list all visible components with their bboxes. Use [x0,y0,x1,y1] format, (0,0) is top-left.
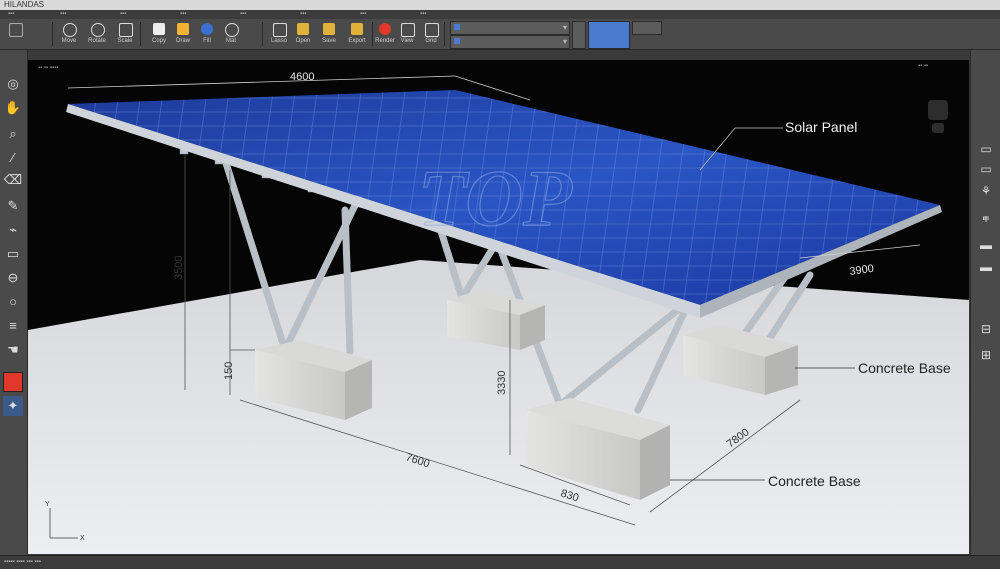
dimension-base-height: 150 [223,362,235,380]
select-tool-button[interactable] [4,21,26,47]
toolbar-button-9[interactable]: Save [318,21,340,47]
left-toolbar: ◎ ✋ ⌕ ∕ ⌫ ✎ ⌁ ▭ ⊖ ○ ≡ ☚ ✦ [0,50,28,558]
color-picker-button[interactable] [3,372,23,392]
eraser-tool-button[interactable]: ⌫ [3,170,23,190]
style-select[interactable]: ▾ [450,35,570,49]
panel-button[interactable]: + [976,210,996,228]
toolbar-button-12[interactable]: Render [374,21,396,47]
chevron-down-icon: ▾ [562,23,567,32]
main-toolbar: Move Rotate Scale Copy Draw Fill Mat Las… [0,19,1000,50]
menu-item[interactable]: ▪▪▪ [300,10,306,19]
folder-icon [297,23,309,35]
color-swatch [454,24,460,30]
panel-button[interactable]: ⊟ [976,320,996,338]
settings-tool-button[interactable]: ✦ [3,396,23,416]
viewport-info-right: ▪▪ ▪▪ [918,63,929,69]
paint-tool-button[interactable]: ✎ [3,196,23,216]
layer-select[interactable]: ▾ [450,21,570,35]
toolbar-button-6[interactable]: Mat [220,21,242,47]
scale-icon [119,23,133,37]
orbit-tool-button[interactable]: ◎ [3,74,23,94]
toolbar-button-8[interactable]: Open [292,21,314,47]
concrete-base-label-right: Concrete Base [858,360,951,376]
toolbar-separator [140,22,141,46]
dropdown-button[interactable] [572,21,586,49]
toolbar-separator [52,22,53,46]
axis-x-label: X [80,535,85,542]
dimension-height-front: 3330 [496,371,508,395]
toolbar-button-7[interactable]: Lasso [268,21,290,47]
pen-icon [177,23,189,35]
toolbar-separator [444,22,445,46]
viewport-info: ▪▪ ▪▪ ▪▪▪▪ [38,65,59,71]
dimension-top-length: 4600 [290,71,314,83]
app-title: HILANDAS [4,0,45,9]
panel-button[interactable]: ▭ [976,140,996,158]
right-toolbar: ▭ ▭ ⚘ ⌐ + ▬ ▬ ⊟ ⊞ [970,50,1000,558]
copy-icon [153,23,165,35]
panel-button[interactable]: ▬ [976,236,996,254]
menu-item[interactable]: ▪▪▪ [360,10,366,19]
menu-item[interactable]: ▪▪▪ [180,10,186,19]
toolbar-button-5[interactable]: Fill [196,21,218,47]
toolbar-button-10[interactable]: Export [346,21,368,47]
grid-icon [425,23,439,37]
record-icon [379,23,391,35]
chevron-down-icon: ▾ [562,37,567,46]
toolbar-separator [262,22,263,46]
menu-item[interactable]: ▪▪▪ [60,10,66,19]
menu-item[interactable]: ▪▪▪ [240,10,246,19]
zoom-tool-button[interactable]: ⌕ [3,124,23,144]
scene: TOP 4600 3900 3500 150 3330 7600 830 780… [28,60,969,554]
dimension-height-left: 3500 [173,256,185,280]
toolbar-button-4[interactable]: Draw [172,21,194,47]
panel-button[interactable]: ⚘ [976,182,996,200]
color-swatch [454,38,460,44]
folder-icon [323,23,335,35]
text-tool-button[interactable]: ≡ [3,316,23,336]
toolbar-button-1[interactable]: Rotate [86,21,108,47]
title-bar: HILANDAS [0,0,1000,10]
cursor-icon [9,23,23,37]
toolbar-button-13[interactable]: View [396,21,418,47]
3d-viewport[interactable]: TOP 4600 3900 3500 150 3330 7600 830 780… [28,60,969,554]
hand-tool-button[interactable]: ☚ [3,340,23,360]
lasso-icon [273,23,287,37]
concrete-base-label-front: Concrete Base [768,473,861,489]
circle-tool-button[interactable]: ○ [3,292,23,312]
panel-button[interactable]: ⊞ [976,346,996,364]
panel-button[interactable]: ▭ [976,160,996,178]
solar-panel-label: Solar Panel [785,119,857,135]
toolbar-button-3[interactable]: Copy [148,21,170,47]
rotate-icon [91,23,105,37]
measure-tool-button[interactable]: ⊖ [3,268,23,288]
toolbar-button-2[interactable]: Scale [114,21,136,47]
line-tool-button[interactable]: ∕ [3,148,23,168]
menu-bar: ▪▪▪ ▪▪▪ ▪▪▪ ▪▪▪ ▪▪▪ ▪▪▪ ▪▪▪ ▪▪▪ [0,10,1000,19]
layer-color-button[interactable] [588,21,630,49]
status-bar: ▪▪▪▪▪ ▪▪▪▪ ▪▪▪ ▪▪▪ [0,555,1000,569]
toolbar-separator [372,22,373,46]
menu-item[interactable]: ▪▪▪ [120,10,126,19]
camera-icon [401,23,415,37]
menu-item[interactable]: ▪▪▪ [420,10,426,19]
option-select[interactable] [632,21,662,35]
move-icon [63,23,77,37]
folder-icon [351,23,363,35]
toolbar-button-14[interactable]: Grid [420,21,442,47]
menu-item[interactable]: ▪▪▪ [8,10,14,19]
material-icon [225,23,239,37]
ruler-tool-button[interactable]: ▭ [3,244,23,264]
status-text: ▪▪▪▪▪ ▪▪▪▪ ▪▪▪ ▪▪▪ [4,559,41,565]
axis-y-label: Y [45,501,50,508]
pan-tool-button[interactable]: ✋ [3,98,23,118]
fill-icon [201,23,213,35]
toolbar-button-0[interactable]: Move [58,21,80,47]
brush-tool-button[interactable]: ⌁ [3,220,23,240]
panel-button[interactable]: ▬ [976,258,996,276]
watermark: TOP [418,155,573,243]
